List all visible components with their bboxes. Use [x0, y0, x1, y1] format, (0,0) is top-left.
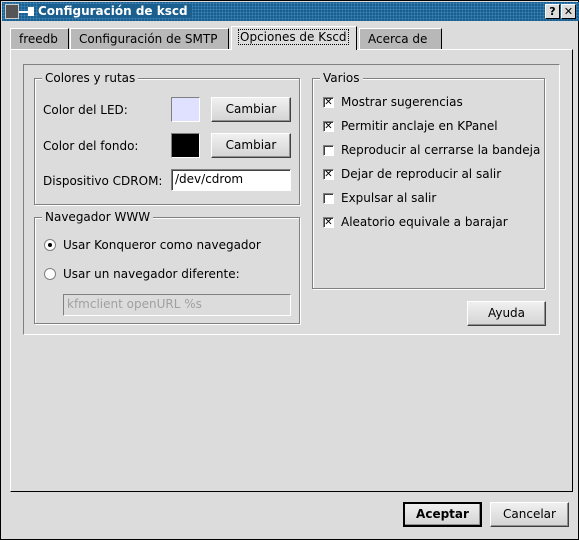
help-icon[interactable]: ? — [545, 4, 560, 19]
checkbox[interactable] — [323, 193, 334, 204]
checkbox[interactable]: ✕ — [323, 97, 334, 108]
checkbox-label[interactable]: Aleatorio equivale a barajar — [341, 215, 508, 229]
close-icon[interactable]: ✕ — [561, 4, 576, 19]
cancel-button[interactable]: Cancelar — [490, 502, 569, 527]
tab-label: Opciones de Kscd — [238, 29, 349, 45]
misc-group-title: Varios — [320, 71, 363, 85]
colors-group-title: Colores y rutas — [42, 71, 139, 85]
help-button[interactable]: Ayuda — [467, 301, 546, 326]
checkbox-label[interactable]: Permitir anclaje en KPanel — [341, 119, 498, 133]
custom-browser-radio[interactable] — [44, 268, 56, 280]
title-bar[interactable]: Configuración de kscd ? ✕ — [2, 2, 579, 21]
tab-about[interactable]: Acerca de — [359, 28, 442, 49]
change-led-color-button[interactable]: Cambiar — [211, 97, 291, 122]
tab-smtp[interactable]: Configuración de SMTP — [70, 28, 229, 49]
tab-label: Configuración de SMTP — [79, 32, 218, 46]
checkbox-label[interactable]: Reproducir al cerrarse la bandeja — [341, 143, 540, 157]
browser-group-title: Navegador WWW — [42, 210, 154, 224]
app-icon[interactable] — [5, 4, 35, 19]
led-color-swatch[interactable] — [171, 97, 200, 122]
checkbox-label[interactable]: Dejar de reproducir al salir — [341, 167, 501, 181]
checkbox[interactable]: ✕ — [323, 121, 334, 132]
tab-kscd-options[interactable]: Opciones de Kscd — [231, 26, 357, 50]
window-title: Configuración de kscd — [38, 4, 192, 18]
checkbox-label[interactable]: Expulsar al salir — [341, 191, 436, 205]
konqueror-option-label[interactable]: Usar Konqueror como navegador — [63, 238, 261, 252]
checkbox[interactable] — [323, 145, 334, 156]
bg-color-label: Color del fondo: — [43, 139, 139, 153]
misc-group — [312, 78, 545, 289]
bg-color-swatch[interactable] — [171, 133, 200, 158]
led-color-label: Color del LED: — [43, 103, 128, 117]
dialog-window: Configuración de kscd ? ✕ freedb Configu… — [0, 0, 579, 540]
tab-label: Acerca de — [368, 32, 428, 46]
checkbox[interactable]: ✕ — [323, 217, 334, 228]
cdrom-label: Dispositivo CDROM: — [43, 174, 163, 188]
checkbox-label[interactable]: Mostrar sugerencias — [341, 95, 463, 109]
custom-browser-input: kfmclient openURL %s — [63, 294, 291, 316]
tab-freedb[interactable]: freedb — [10, 28, 69, 49]
custom-browser-option-label[interactable]: Usar un navegador diferente: — [63, 267, 240, 281]
change-bg-color-button[interactable]: Cambiar — [211, 133, 291, 158]
cdrom-input[interactable]: /dev/cdrom — [171, 169, 291, 191]
checkbox[interactable]: ✕ — [323, 169, 334, 180]
konqueror-radio[interactable] — [44, 239, 56, 251]
ok-button[interactable]: Aceptar — [403, 502, 482, 527]
tab-label: freedb — [19, 32, 58, 46]
